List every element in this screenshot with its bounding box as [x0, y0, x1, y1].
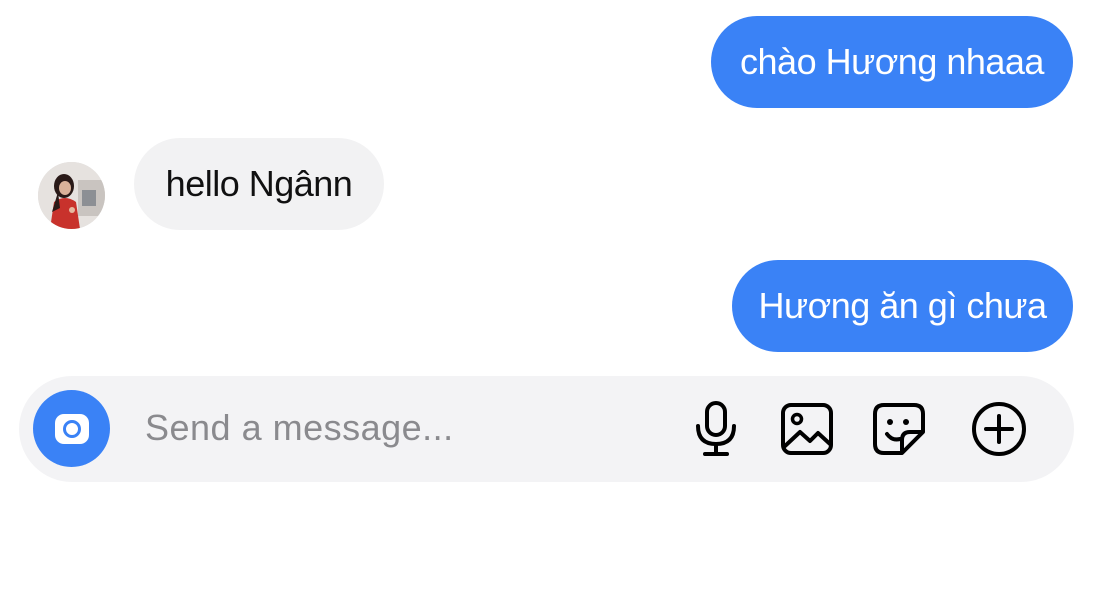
message-input[interactable]: [145, 398, 665, 458]
microphone-icon: [696, 401, 736, 456]
sticker-icon: [873, 403, 925, 455]
microphone-button[interactable]: [687, 400, 745, 458]
gallery-button[interactable]: [778, 400, 836, 458]
camera-button[interactable]: [33, 390, 110, 467]
message-text: Hương ăn gì chưa: [758, 285, 1047, 326]
image-icon: [781, 403, 833, 455]
more-options-button[interactable]: [970, 400, 1028, 458]
avatar-photo: [38, 162, 105, 229]
outgoing-message-bubble[interactable]: Hương ăn gì chưa: [732, 260, 1073, 352]
sticker-button[interactable]: [870, 400, 928, 458]
message-text: chào Hương nhaaa: [740, 41, 1044, 82]
plus-circle-icon: [972, 402, 1026, 456]
message-composer: [19, 376, 1074, 482]
outgoing-message-bubble[interactable]: chào Hương nhaaa: [711, 16, 1073, 108]
message-text: hello Ngânn: [165, 163, 353, 204]
avatar[interactable]: [38, 162, 105, 229]
incoming-message-bubble[interactable]: hello Ngânn: [134, 138, 384, 230]
camera-icon: [54, 413, 89, 444]
